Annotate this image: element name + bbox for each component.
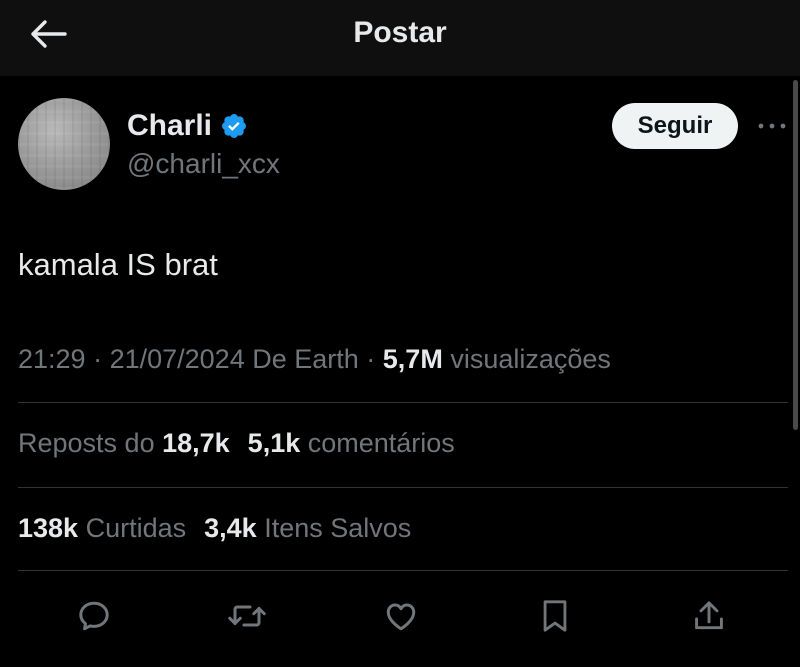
likes-stat[interactable]: 138k Curtidas bbox=[18, 513, 186, 544]
divider bbox=[18, 487, 788, 488]
saves-count: 3,4k bbox=[204, 512, 257, 543]
bookmark-icon bbox=[543, 600, 567, 632]
saves-label: Itens Salvos bbox=[256, 512, 412, 543]
divider bbox=[18, 402, 788, 403]
views-count: 5,7M bbox=[382, 343, 443, 374]
author-handle[interactable]: @charli_xcx bbox=[127, 148, 280, 180]
divider bbox=[18, 570, 788, 571]
repost-button[interactable] bbox=[223, 592, 271, 640]
share-icon bbox=[695, 601, 723, 630]
reposts-label: Reposts do bbox=[18, 427, 163, 458]
like-button[interactable] bbox=[377, 592, 425, 640]
stats-row-reposts: Reposts do 18,7k 5,1k comentários bbox=[18, 424, 455, 462]
more-options-button[interactable] bbox=[752, 112, 792, 140]
follow-button[interactable]: Seguir bbox=[612, 103, 738, 149]
tweet-text: kamala IS brat bbox=[18, 247, 218, 282]
comments-label: comentários bbox=[300, 427, 455, 458]
bookmark-button[interactable] bbox=[531, 592, 579, 640]
reply-button[interactable] bbox=[70, 592, 118, 640]
scrollbar[interactable] bbox=[793, 80, 798, 430]
views-label: visualizações bbox=[442, 343, 611, 374]
meta-separator: · bbox=[358, 343, 383, 374]
comments-count: 5,1k bbox=[247, 427, 301, 458]
tweet-date[interactable]: 21/07/2024 bbox=[110, 344, 245, 375]
like-icon bbox=[386, 603, 416, 631]
reposts-stat[interactable]: Reposts do 18,7k bbox=[18, 428, 230, 459]
display-name[interactable]: Charli bbox=[127, 109, 212, 143]
more-horizontal-icon bbox=[758, 123, 786, 129]
comments-stat[interactable]: 5,1k comentários bbox=[248, 428, 455, 459]
verified-badge-icon bbox=[222, 114, 246, 138]
likes-count: 138k bbox=[18, 512, 79, 543]
tweet-time[interactable]: 21:29 bbox=[18, 344, 86, 375]
repost-icon bbox=[228, 605, 266, 627]
share-button[interactable] bbox=[685, 592, 733, 640]
author-name-row: Charli bbox=[127, 107, 248, 145]
stats-row-likes: 138k Curtidas 3,4k Itens Salvos bbox=[18, 509, 411, 547]
reposts-count: 18,7k bbox=[162, 427, 230, 458]
saves-stat[interactable]: 3,4k Itens Salvos bbox=[204, 513, 411, 544]
action-bar bbox=[0, 588, 800, 644]
meta-separator: · bbox=[85, 343, 110, 374]
likes-label: Curtidas bbox=[78, 512, 187, 543]
page-title: Postar bbox=[353, 16, 447, 49]
avatar[interactable] bbox=[18, 98, 110, 190]
reply-icon bbox=[79, 601, 109, 631]
tweet-meta: 21:29 · 21/07/2024 De Earth · 5,7M visua… bbox=[18, 340, 611, 378]
top-bar: Postar bbox=[0, 0, 800, 76]
tweet-source: De Earth bbox=[244, 343, 359, 374]
